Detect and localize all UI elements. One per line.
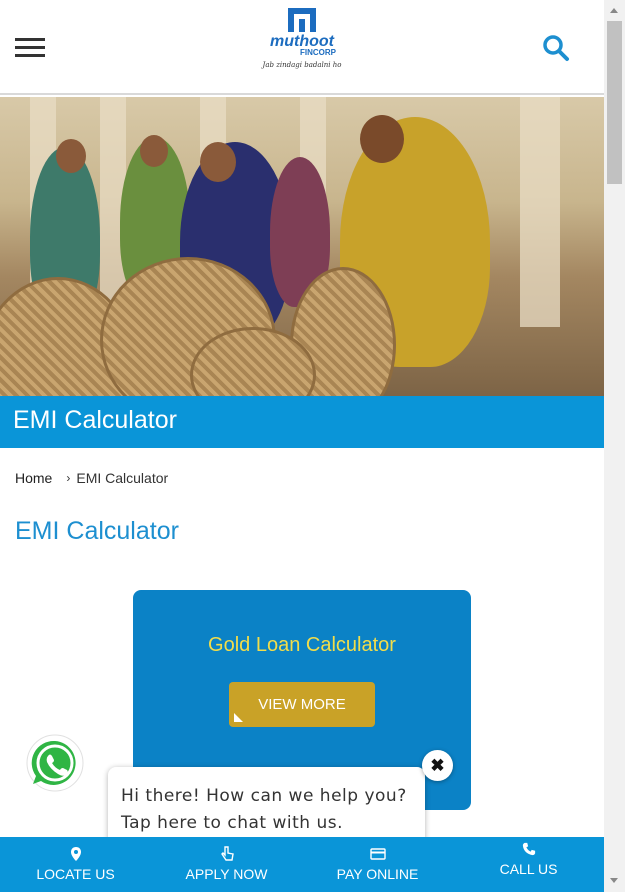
chat-message: Hi there! How can we help you? Tap here …	[121, 786, 407, 833]
card-title: Gold Loan Calculator	[208, 634, 396, 656]
logo-tagline: Jab zindagi badalni ho	[262, 61, 342, 69]
hand-pointer-icon	[219, 846, 235, 862]
call-us-button[interactable]: CALL US	[453, 837, 604, 892]
brand-logo[interactable]: muthoot FINCORP Jab zindagi badalni ho	[262, 8, 342, 76]
phone-icon	[521, 842, 537, 858]
scrollbar-thumb[interactable]	[607, 21, 622, 184]
section-heading: EMI Calculator	[15, 517, 179, 545]
chevron-right-icon: ›	[66, 471, 71, 485]
whatsapp-icon[interactable]	[26, 734, 84, 792]
pay-online-button[interactable]: PAY ONLINE	[302, 837, 453, 892]
apply-now-button[interactable]: APPLY NOW	[151, 837, 302, 892]
pay-online-label: PAY ONLINE	[336, 866, 419, 882]
locate-us-label: LOCATE US	[36, 866, 115, 882]
credit-card-icon	[369, 846, 386, 862]
logo-name: muthoot	[270, 33, 334, 50]
page-title: EMI Calculator	[13, 406, 177, 434]
scroll-up-arrow-icon[interactable]	[610, 8, 618, 13]
locate-us-button[interactable]: LOCATE US	[0, 837, 151, 892]
logo-mark-icon	[286, 8, 318, 32]
close-icon[interactable]: ✖	[422, 750, 453, 781]
bottom-action-bar: LOCATE US APPLY NOW PAY ONLINE CALL US	[0, 837, 604, 892]
logo-sub: FINCORP	[300, 48, 336, 57]
location-pin-icon	[68, 846, 84, 862]
chat-popup[interactable]: Hi there! How can we help you? Tap here …	[108, 767, 425, 848]
page-title-band: EMI Calculator	[0, 396, 604, 448]
call-us-label: CALL US	[499, 861, 558, 877]
hero-image	[0, 97, 604, 396]
breadcrumb: Home › EMI Calculator	[15, 470, 168, 486]
breadcrumb-current: EMI Calculator	[76, 470, 169, 486]
view-more-label: VIEW MORE	[258, 696, 346, 713]
view-more-button[interactable]: VIEW MORE	[229, 682, 375, 727]
site-header: muthoot FINCORP Jab zindagi badalni ho	[0, 0, 604, 95]
breadcrumb-home-link[interactable]: Home	[15, 470, 52, 486]
apply-now-label: APPLY NOW	[185, 866, 268, 882]
search-icon[interactable]	[542, 34, 570, 62]
vertical-scrollbar[interactable]	[604, 0, 625, 892]
corner-triangle-icon	[234, 713, 243, 722]
scroll-down-arrow-icon[interactable]	[610, 878, 618, 883]
hamburger-icon[interactable]	[15, 38, 45, 58]
